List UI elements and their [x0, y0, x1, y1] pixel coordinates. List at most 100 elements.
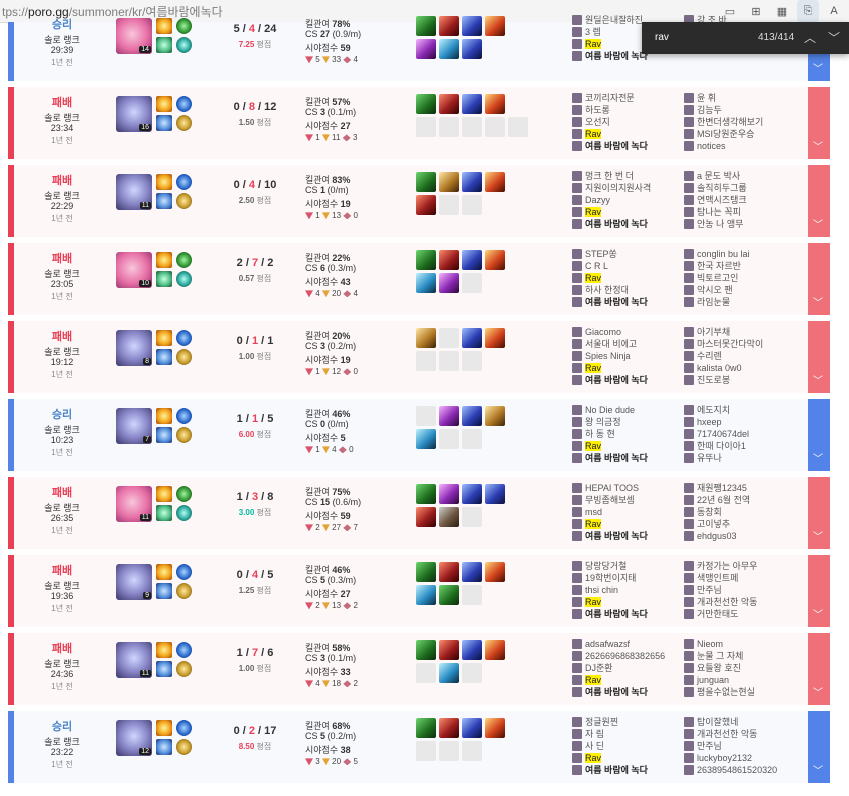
player-entry[interactable]: 윤 휘	[684, 92, 794, 104]
match-row[interactable]: 패배 솔로 랭크 23:34 1년 전 16 0 / 8 / 12 1.50 평점 킬관여 5…	[8, 87, 830, 159]
item-slot[interactable]	[462, 663, 482, 683]
item-slot[interactable]	[485, 718, 505, 738]
item-slot[interactable]	[485, 117, 505, 137]
summoner-spell-icon[interactable]	[156, 661, 172, 677]
item-slot[interactable]	[416, 741, 436, 761]
summoner-spell-icon[interactable]	[156, 505, 172, 521]
player-entry[interactable]: 에도지치	[684, 404, 794, 416]
player-entry[interactable]: Rav	[572, 206, 684, 218]
keystone-rune-icon[interactable]	[176, 96, 192, 112]
item-slot[interactable]	[416, 351, 436, 371]
secondary-rune-icon[interactable]	[176, 37, 192, 53]
player-entry[interactable]: 악시오 팬	[684, 284, 794, 296]
player-entry[interactable]: 재원쨍12345	[684, 482, 794, 494]
find-prev-icon[interactable]: ︿	[802, 29, 818, 47]
item-slot[interactable]	[462, 718, 482, 738]
player-entry[interactable]: luckyboy2132	[684, 752, 794, 764]
expand-button[interactable]: ﹀	[808, 243, 830, 315]
match-row[interactable]: 패배 솔로 랭크 23:05 1년 전 10 2 / 7 / 2 0.57 평점 킬관여 22…	[8, 243, 830, 315]
summoner-spell-icon[interactable]	[156, 37, 172, 53]
item-slot[interactable]	[439, 741, 459, 761]
player-entry[interactable]: 솔직히두그룹	[684, 182, 794, 194]
player-entry[interactable]: 탐나는 꼭피	[684, 206, 794, 218]
summoner-spell-icon[interactable]	[156, 96, 172, 112]
item-slot[interactable]	[439, 16, 459, 36]
player-entry[interactable]: 여름 바람에 녹다	[572, 608, 684, 620]
item-slot[interactable]	[462, 328, 482, 348]
player-entry[interactable]: Rav	[572, 518, 684, 530]
match-row[interactable]: 패배 솔로 랭크 19:12 1년 전80 / 1 / 1 1.00 평점 킬관여 20%…	[8, 321, 830, 393]
player-entry[interactable]: Nieom	[684, 638, 794, 650]
summoner-spell-icon[interactable]	[156, 330, 172, 346]
player-entry[interactable]: 동창회	[684, 506, 794, 518]
player-entry[interactable]: 여름 바람에 녹다	[572, 530, 684, 542]
match-row[interactable]: 승리 솔로 랭크 10:23 1년 전71 / 1 / 5 6.00 평점 킬관여 46%…	[8, 399, 830, 471]
player-entry[interactable]: 라임눈물	[684, 296, 794, 308]
player-entry[interactable]: 멍크 한 번 더	[572, 170, 684, 182]
secondary-rune-icon[interactable]	[176, 661, 192, 677]
player-entry[interactable]: Rav	[572, 362, 684, 374]
player-entry[interactable]: 개과천선한 악동	[684, 728, 794, 740]
secondary-rune-icon[interactable]	[176, 115, 192, 131]
summoner-spell-icon[interactable]	[156, 408, 172, 424]
player-entry[interactable]: HEPAI TOOS	[572, 482, 684, 494]
keystone-rune-icon[interactable]	[176, 252, 192, 268]
item-slot[interactable]	[439, 250, 459, 270]
champion-portrait[interactable]: 10	[116, 252, 152, 288]
champion-portrait[interactable]: 8	[116, 330, 152, 366]
keystone-rune-icon[interactable]	[176, 564, 192, 580]
item-slot[interactable]	[416, 585, 436, 605]
champion-portrait[interactable]: 7	[116, 408, 152, 444]
item-slot[interactable]	[462, 16, 482, 36]
player-entry[interactable]: 고이넣추	[684, 518, 794, 530]
expand-button[interactable]: ﹀	[808, 477, 830, 549]
player-entry[interactable]: 만주님	[684, 740, 794, 752]
match-row[interactable]: 패배 솔로 랭크 24:36 1년 전 11 1 / 7 / 6 1.00 평점 킬관여 58…	[8, 633, 830, 705]
item-slot[interactable]	[462, 507, 482, 527]
item-slot[interactable]	[416, 273, 436, 293]
item-slot[interactable]	[439, 273, 459, 293]
item-slot[interactable]	[462, 741, 482, 761]
player-entry[interactable]: 유뚜나	[684, 452, 794, 464]
expand-button[interactable]: ﹀	[808, 711, 830, 783]
player-entry[interactable]: 71740674del	[684, 428, 794, 440]
summoner-spell-icon[interactable]	[156, 252, 172, 268]
player-entry[interactable]: 여름 바람에 녹다	[572, 218, 684, 230]
item-slot[interactable]	[416, 117, 436, 137]
player-entry[interactable]: 지원이의지원사격	[572, 182, 684, 194]
player-entry[interactable]: 카정가는 아무우	[684, 560, 794, 572]
item-slot[interactable]	[439, 484, 459, 504]
keystone-rune-icon[interactable]	[176, 720, 192, 736]
item-slot[interactable]	[416, 195, 436, 215]
item-slot[interactable]	[416, 172, 436, 192]
player-entry[interactable]: 정글원찐	[572, 716, 684, 728]
player-entry[interactable]: 김능두	[684, 104, 794, 116]
keystone-rune-icon[interactable]	[176, 330, 192, 346]
item-slot[interactable]	[416, 484, 436, 504]
player-entry[interactable]: 오선지	[572, 116, 684, 128]
player-entry[interactable]: 진도로봉	[684, 374, 794, 386]
item-slot[interactable]	[416, 94, 436, 114]
player-entry[interactable]: ehdgus03	[684, 530, 794, 542]
player-entry[interactable]: Rav	[572, 272, 684, 284]
item-slot[interactable]	[439, 562, 459, 582]
player-entry[interactable]: 한국 자르반	[684, 260, 794, 272]
item-slot[interactable]	[485, 562, 505, 582]
item-slot[interactable]	[439, 663, 459, 683]
player-entry[interactable]: DJ준환	[572, 662, 684, 674]
player-entry[interactable]: Rav	[572, 752, 684, 764]
player-entry[interactable]: 만주님	[684, 584, 794, 596]
player-entry[interactable]: 2638954861520320	[684, 764, 794, 776]
player-entry[interactable]: thsi chin	[572, 584, 684, 596]
player-entry[interactable]: 하사 한정대	[572, 284, 684, 296]
keystone-rune-icon[interactable]	[176, 408, 192, 424]
player-entry[interactable]: conglin bu lai	[684, 248, 794, 260]
player-entry[interactable]: Rav	[572, 440, 684, 452]
summoner-spell-icon[interactable]	[156, 739, 172, 755]
item-slot[interactable]	[439, 328, 459, 348]
summoner-spell-icon[interactable]	[156, 642, 172, 658]
champion-portrait[interactable]: 11	[116, 642, 152, 678]
player-entry[interactable]: 평을수없는현실	[684, 686, 794, 698]
player-entry[interactable]: a 문도 박사	[684, 170, 794, 182]
item-slot[interactable]	[485, 172, 505, 192]
